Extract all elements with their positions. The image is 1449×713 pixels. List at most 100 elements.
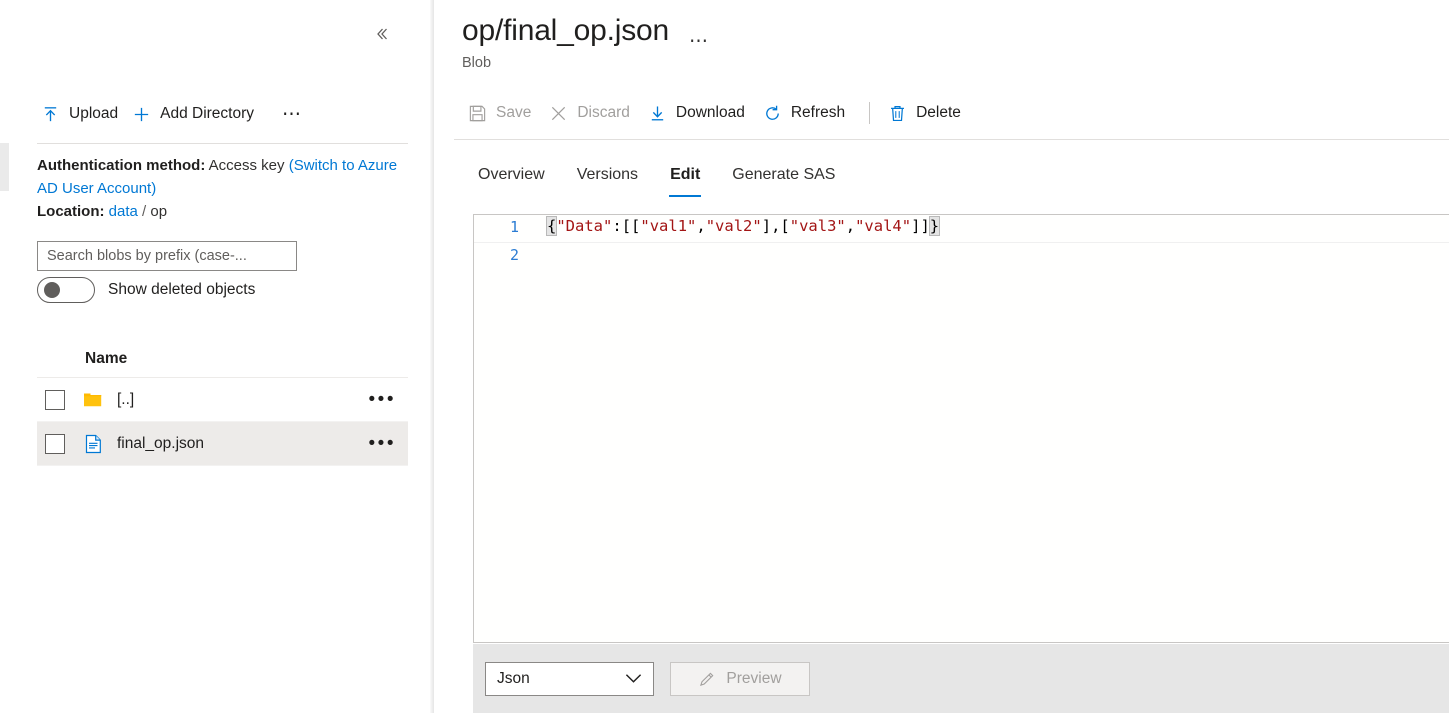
download-button[interactable]: Download — [642, 99, 757, 128]
editor-footer: Json Preview — [473, 644, 1449, 713]
show-deleted-objects-row: Show deleted objects — [37, 277, 255, 303]
token-value-3: "val3" — [789, 217, 846, 235]
browser-more-commands-button[interactable]: ⋯ — [270, 103, 316, 126]
command-bar: Save Discard Download Refresh Delete — [462, 95, 973, 131]
token-comma-1: , — [696, 217, 706, 235]
page-title: op/final_op.json — [462, 14, 669, 47]
refresh-button[interactable]: Refresh — [757, 99, 857, 128]
tab-list: Overview Versions Edit Generate SAS — [462, 158, 851, 197]
refresh-label: Refresh — [790, 104, 846, 121]
show-deleted-objects-toggle[interactable] — [37, 277, 95, 303]
panel-edge-handle[interactable] — [0, 143, 9, 191]
refresh-icon — [763, 104, 782, 123]
add-directory-button[interactable]: Add Directory — [128, 101, 264, 128]
language-select[interactable]: Json — [485, 661, 654, 696]
tab-versions-label: Versions — [576, 166, 639, 183]
code-line-content[interactable] — [531, 243, 1449, 245]
command-divider — [869, 102, 871, 124]
discard-label: Discard — [577, 104, 630, 121]
code-line-content[interactable]: {"Data":[["val1","val2"],["val3","val4"]… — [531, 215, 1449, 236]
upload-label: Upload — [69, 105, 119, 122]
authentication-method-label: Authentication method: — [37, 157, 206, 174]
location-separator: / — [142, 203, 147, 220]
token-open-brace: { — [545, 216, 558, 236]
token-open-inner-bracket-1: [ — [631, 217, 641, 235]
add-directory-label: Add Directory — [160, 105, 255, 122]
tab-versions[interactable]: Versions — [561, 158, 654, 197]
toggle-knob — [44, 282, 60, 298]
blob-editor-page: Upload Add Directory ⋯ Authentication me… — [0, 0, 1449, 713]
blob-metadata: Authentication method: Access key (Switc… — [37, 154, 412, 223]
token-close-outer-bracket: ] — [920, 217, 930, 235]
upload-button[interactable]: Upload — [37, 101, 128, 128]
token-value-1: "val1" — [640, 217, 697, 235]
preview-label: Preview — [726, 669, 782, 687]
upload-icon — [41, 105, 60, 124]
page-more-menu-button[interactable]: ⋯ — [689, 32, 711, 51]
line-number: 2 — [509, 246, 519, 264]
tab-generate-sas[interactable]: Generate SAS — [716, 158, 851, 197]
preview-button[interactable]: Preview — [670, 661, 810, 696]
blob-name: [..] — [117, 390, 135, 408]
search-input[interactable] — [37, 241, 297, 271]
trash-icon — [888, 104, 907, 123]
token-comma-3: , — [845, 217, 856, 235]
table-row[interactable]: final_op.json ••• — [37, 422, 408, 466]
blob-browser-toolbar: Upload Add Directory ⋯ — [37, 96, 316, 132]
location-label: Location: — [37, 203, 105, 220]
collapse-panel-button[interactable] — [368, 20, 396, 48]
folder-icon — [83, 390, 103, 410]
line-number: 1 — [509, 218, 519, 236]
location-row: Location: data / op — [37, 200, 412, 223]
close-icon — [549, 104, 568, 123]
token-open-inner-bracket-2: [ — [780, 217, 790, 235]
plus-icon — [132, 105, 151, 124]
download-icon — [648, 104, 667, 123]
token-value-4: "val4" — [855, 217, 912, 235]
tab-edit[interactable]: Edit — [654, 158, 716, 197]
blob-name: final_op.json — [117, 434, 205, 452]
tab-overview[interactable]: Overview — [462, 158, 561, 197]
row-more-menu-button[interactable]: ••• — [369, 434, 396, 453]
language-select-value: Json — [497, 669, 530, 687]
code-editor[interactable]: 1 {"Data":[["val1","val2"],["val3","val4… — [473, 214, 1449, 643]
code-line: 1 {"Data":[["val1","val2"],["val3","val4… — [474, 215, 1449, 243]
column-header-name: Name — [85, 349, 128, 367]
blob-list-header: Name — [37, 340, 408, 378]
token-close-inner-bracket-1: ] — [761, 217, 772, 235]
code-line: 2 — [474, 243, 1449, 271]
show-deleted-objects-label: Show deleted objects — [108, 281, 256, 298]
blob-list: Name [..] ••• final_op.json ••• — [37, 340, 408, 466]
page-subtitle: Blob — [462, 55, 492, 71]
tab-overview-label: Overview — [478, 166, 545, 183]
toolbar-divider — [37, 143, 408, 144]
token-comma-2: , — [771, 217, 781, 235]
authentication-method-row: Authentication method: Access key (Switc… — [37, 154, 412, 200]
token-key: "Data" — [556, 217, 613, 235]
row-checkbox[interactable] — [45, 389, 65, 410]
save-label: Save — [496, 104, 532, 121]
location-container-link[interactable]: data — [109, 203, 138, 220]
download-label: Download — [675, 104, 745, 121]
file-json-icon — [83, 434, 103, 454]
token-open-outer-bracket: [ — [621, 217, 632, 235]
row-checkbox[interactable] — [45, 433, 65, 454]
chevron-double-left-icon — [373, 25, 391, 43]
discard-button[interactable]: Discard — [543, 99, 642, 128]
token-close-brace: } — [928, 216, 941, 236]
delete-button[interactable]: Delete — [882, 99, 973, 128]
row-more-menu-button[interactable]: ••• — [369, 390, 396, 409]
authentication-method-value: Access key — [208, 157, 285, 174]
token-value-2: "val2" — [705, 217, 762, 235]
tab-generate-sas-label: Generate SAS — [732, 166, 836, 183]
command-bar-divider — [454, 139, 1449, 140]
blob-detail-panel: op/final_op.json ⋯ Blob Save Discard Dow… — [434, 0, 1449, 713]
save-icon — [468, 104, 487, 123]
table-row[interactable]: [..] ••• — [37, 378, 408, 422]
tab-edit-label: Edit — [670, 166, 701, 183]
location-current-folder: op — [150, 203, 168, 220]
page-title-row: op/final_op.json ⋯ — [462, 12, 710, 51]
token-colon: : — [612, 217, 622, 235]
save-button[interactable]: Save — [462, 99, 543, 128]
pencil-icon — [698, 670, 716, 688]
